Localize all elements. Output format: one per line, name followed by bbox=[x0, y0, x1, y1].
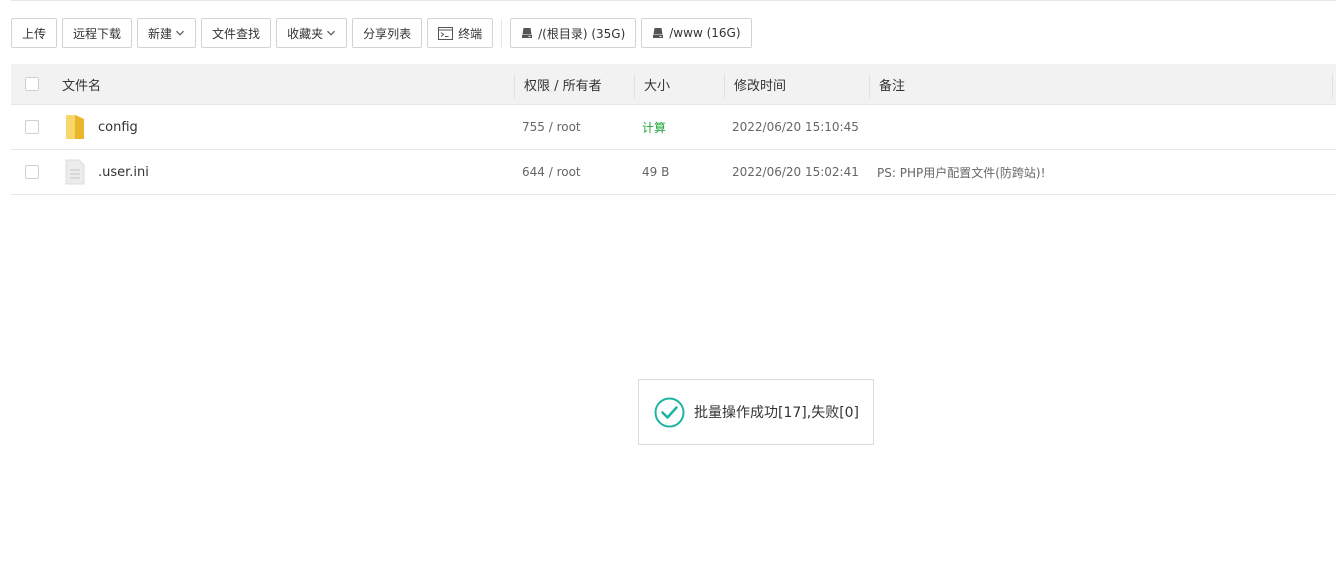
row-checkbox[interactable] bbox=[25, 120, 39, 134]
file-icon bbox=[65, 150, 85, 194]
new-dropdown-button[interactable]: 新建 bbox=[137, 18, 197, 48]
column-divider bbox=[514, 74, 515, 98]
column-divider bbox=[634, 74, 635, 98]
file-table: 文件名 权限 / 所有者 大小 修改时间 备注 config 755 / roo… bbox=[11, 64, 1336, 195]
file-search-button[interactable]: 文件查找 bbox=[201, 18, 272, 48]
new-label: 新建 bbox=[148, 26, 173, 41]
toolbar-divider bbox=[501, 19, 503, 47]
upload-label: 上传 bbox=[22, 26, 47, 41]
terminal-button[interactable]: 终端 bbox=[427, 18, 494, 48]
file-modified: 2022/06/20 15:10:45 bbox=[732, 120, 859, 134]
disk-www-button[interactable]: /www (16G) bbox=[641, 18, 752, 48]
disk-www-label: /www (16G) bbox=[669, 26, 741, 40]
column-divider bbox=[1332, 74, 1333, 98]
terminal-icon bbox=[438, 26, 454, 40]
column-divider bbox=[724, 74, 725, 98]
header-permission[interactable]: 权限 / 所有者 bbox=[524, 64, 602, 104]
disk-root-label: /(根目录) (35G) bbox=[538, 26, 626, 41]
file-modified: 2022/06/20 15:02:41 bbox=[732, 165, 859, 179]
file-permission[interactable]: 755 / root bbox=[522, 105, 581, 149]
chevron-down-icon bbox=[175, 28, 185, 38]
disk-icon bbox=[652, 27, 664, 39]
select-all-checkbox[interactable] bbox=[25, 77, 39, 91]
upload-button[interactable]: 上传 bbox=[11, 18, 58, 48]
file-permission[interactable]: 644 / root bbox=[522, 150, 581, 194]
row-checkbox[interactable] bbox=[25, 165, 39, 179]
toolbar: 上传 远程下载 新建 文件查找 收藏夹 分享列表 终端 /(根目录) (35G)… bbox=[11, 17, 757, 49]
toast-message: 批量操作成功[17],失败[0] bbox=[694, 405, 860, 421]
remote-download-label: 远程下载 bbox=[73, 26, 122, 41]
share-list-button[interactable]: 分享列表 bbox=[352, 18, 423, 48]
folder-icon bbox=[64, 105, 86, 149]
file-name[interactable]: .user.ini bbox=[98, 150, 149, 194]
top-divider bbox=[11, 0, 1336, 1]
favorites-dropdown-button[interactable]: 收藏夹 bbox=[276, 18, 348, 48]
header-filename[interactable]: 文件名 bbox=[62, 64, 101, 104]
table-header: 文件名 权限 / 所有者 大小 修改时间 备注 bbox=[11, 64, 1336, 105]
disk-root-button[interactable]: /(根目录) (35G) bbox=[510, 18, 637, 48]
share-list-label: 分享列表 bbox=[363, 26, 412, 41]
favorites-label: 收藏夹 bbox=[287, 26, 324, 41]
file-size: 49 B bbox=[642, 165, 670, 179]
file-name[interactable]: config bbox=[98, 105, 138, 149]
file-remark[interactable]: PS: PHP用户配置文件(防跨站)! bbox=[877, 150, 1045, 194]
table-row[interactable]: config 755 / root 计算 2022/06/20 15:10:45 bbox=[11, 105, 1336, 150]
remote-download-button[interactable]: 远程下载 bbox=[62, 18, 133, 48]
terminal-label: 终端 bbox=[458, 26, 483, 41]
calculate-size-link[interactable]: 计算 bbox=[642, 105, 666, 149]
check-circle-icon bbox=[654, 397, 685, 428]
header-size[interactable]: 大小 bbox=[644, 64, 670, 104]
column-divider bbox=[869, 74, 870, 98]
file-search-label: 文件查找 bbox=[212, 26, 261, 41]
disk-icon bbox=[521, 27, 533, 39]
chevron-down-icon bbox=[326, 28, 336, 38]
header-modified[interactable]: 修改时间 bbox=[734, 64, 786, 104]
success-toast: 批量操作成功[17],失败[0] bbox=[638, 379, 874, 445]
table-row[interactable]: .user.ini 644 / root 49 B 2022/06/20 15:… bbox=[11, 150, 1336, 195]
header-remark: 备注 bbox=[879, 78, 906, 94]
